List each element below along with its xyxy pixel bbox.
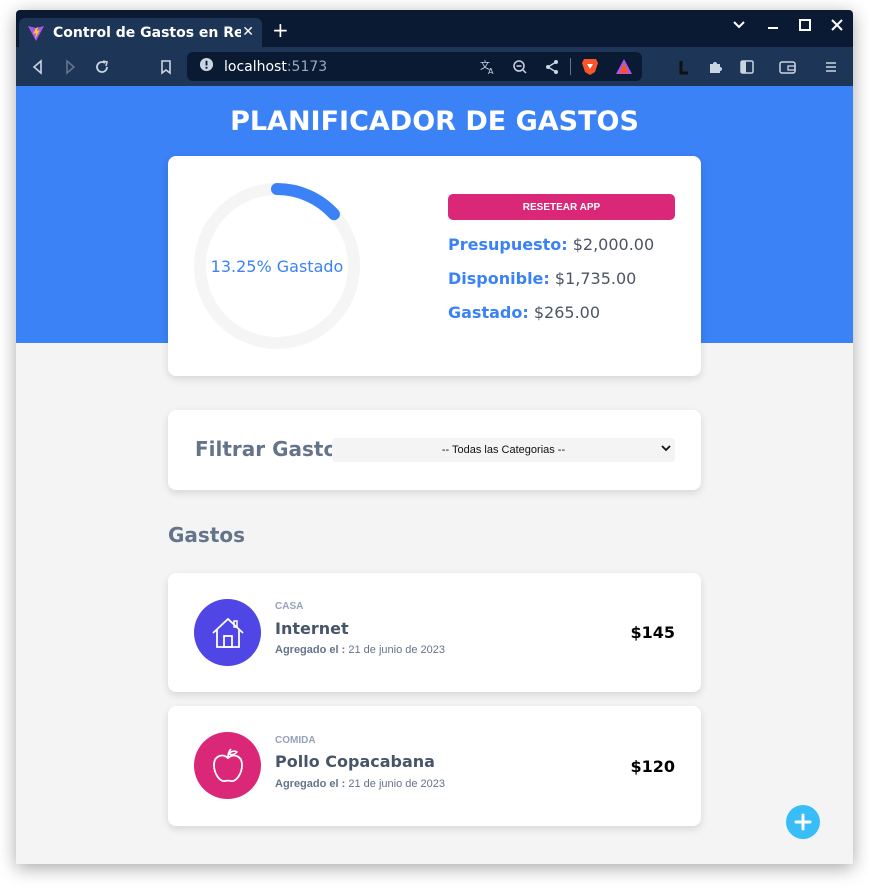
expense-date-value: 21 de junio de 2023 [348,778,446,790]
expense-date-label: Agregado el : [275,778,346,790]
tab-title: Control de Gastos en React [53,24,241,41]
page-content: PLANIFICADOR DE GASTOS 13.25% Gastado RE… [16,86,853,864]
new-tab-button[interactable]: + [272,20,289,40]
minimize-icon[interactable] [766,18,780,36]
plus-icon [794,813,812,831]
extension-l-icon[interactable] [674,57,694,77]
site-info-icon[interactable] [199,57,214,77]
browser-toolbar: localhost:5173 文A [16,47,853,86]
translate-icon[interactable]: 文A [480,59,496,80]
tab-list-icon[interactable] [732,18,746,36]
expense-name: Pollo Copacabana [275,752,435,771]
bookmark-icon[interactable] [156,57,176,77]
expense-date-label: Agregado el : [275,644,346,656]
tab-close-icon[interactable]: ✕ [242,24,254,40]
url-text[interactable]: localhost:5173 [224,59,327,75]
budget-value: $2,000.00 [572,235,655,254]
expense-amount: $120 [630,757,675,776]
browser-window: Control de Gastos en React ✕ + [16,10,853,864]
sidebar-icon[interactable] [737,57,757,77]
expenses-section-title: Gastos [168,523,246,547]
available-value: $1,735.00 [554,269,637,288]
expense-category: COMIDA [275,735,316,746]
apple-icon [194,732,261,799]
maximize-icon[interactable] [798,18,812,36]
vite-favicon-icon [27,24,45,42]
forward-icon[interactable] [60,57,80,77]
expense-category: CASA [275,601,304,612]
expense-date: Agregado el : 21 de junio de 2023 [275,778,445,790]
budget-label: Presupuesto: [448,235,568,254]
zoom-out-icon[interactable] [512,59,528,80]
svg-text:A: A [488,67,494,75]
expense-item[interactable]: CASA Internet Agregado el : 21 de junio … [168,573,701,692]
expense-date-value: 21 de junio de 2023 [348,644,446,656]
filter-label: Filtrar Gastos [195,437,350,461]
chevron-down-icon [661,443,671,456]
filter-selected-value: -- Todas las Categorias -- [441,444,566,456]
url-divider [570,58,571,75]
spent-stat: Gastado: $265.00 [448,303,600,322]
house-icon [194,599,261,666]
budget-progress-ring: 13.25% Gastado [193,182,361,350]
tab-bar: Control de Gastos en React ✕ + [16,10,853,47]
menu-icon[interactable] [821,57,841,77]
url-host: localhost [224,58,287,75]
back-icon[interactable] [28,57,48,77]
percent-spent-label: 13.25% Gastado [210,256,344,276]
spent-value: $265.00 [533,303,601,322]
expense-item[interactable]: COMIDA Pollo Copacabana Agregado el : 21… [168,706,701,826]
close-window-icon[interactable] [830,18,844,36]
url-port: :5173 [286,58,328,75]
spent-label: Gastado: [448,303,529,322]
browser-tab[interactable]: Control de Gastos en React ✕ [19,18,262,47]
filter-card: Filtrar Gastos -- Todas las Categorias -… [168,410,701,490]
expense-date: Agregado el : 21 de junio de 2023 [275,644,445,656]
wallet-icon[interactable] [777,57,797,77]
extensions-puzzle-icon[interactable] [705,57,725,77]
brave-rewards-icon[interactable] [615,58,633,80]
url-bar[interactable]: localhost:5173 文A [187,52,642,81]
reset-app-button[interactable]: RESETEAR APP [448,194,675,220]
budget-stat: Presupuesto: $2,000.00 [448,235,654,254]
category-filter-select[interactable]: -- Todas las Categorias -- [332,438,675,462]
brave-shields-icon[interactable] [581,57,599,81]
expense-amount: $145 [630,623,675,642]
share-icon[interactable] [544,59,560,80]
available-stat: Disponible: $1,735.00 [448,269,636,288]
budget-card: 13.25% Gastado RESETEAR APP Presupuesto:… [168,156,701,376]
add-expense-button[interactable] [786,805,820,839]
page-title: PLANIFICADOR DE GASTOS [230,106,639,137]
expense-name: Internet [275,619,349,638]
reload-icon[interactable] [92,57,112,77]
available-label: Disponible: [448,269,550,288]
